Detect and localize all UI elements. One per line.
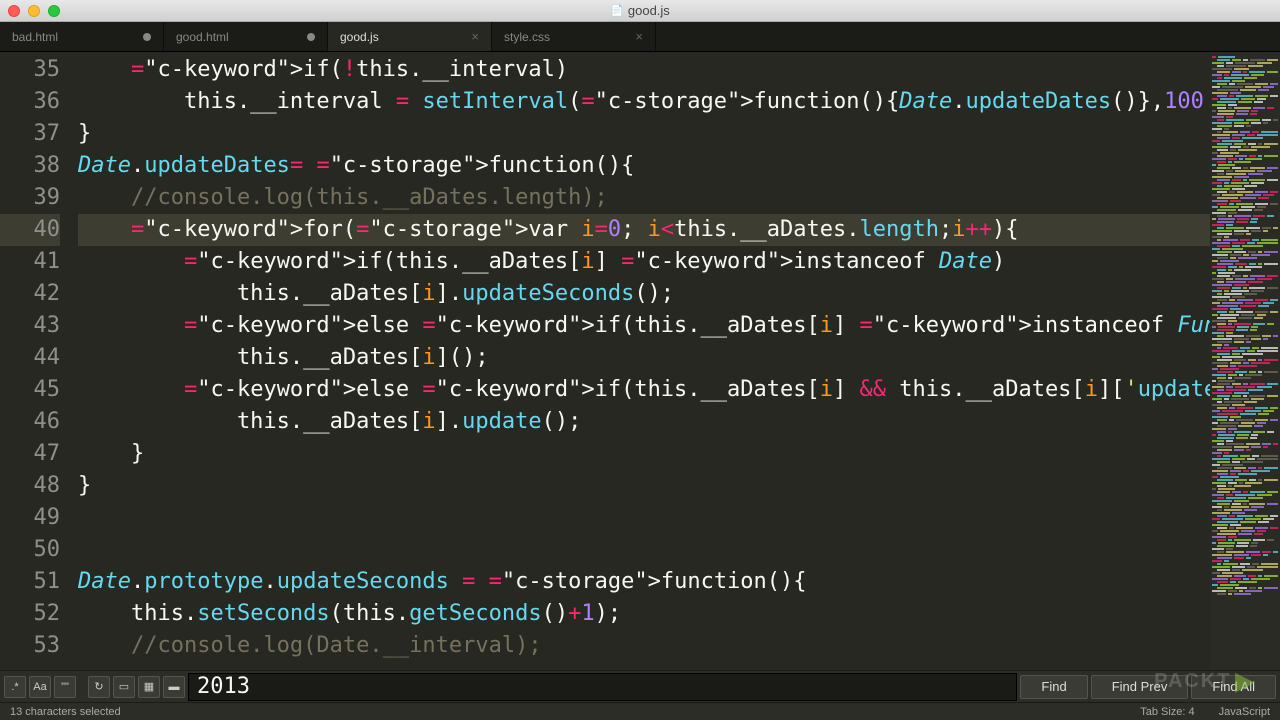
line-number: 39 (0, 182, 60, 214)
code-line[interactable]: this.__aDates[i].update(); (78, 406, 1210, 438)
code-line[interactable] (78, 534, 1210, 566)
code-line[interactable]: //console.log(this.__aDates.length); (78, 182, 1210, 214)
line-number: 43 (0, 310, 60, 342)
line-number: 40 (0, 214, 60, 246)
line-number: 51 (0, 566, 60, 598)
code-line[interactable] (78, 502, 1210, 534)
line-number: 52 (0, 598, 60, 630)
find-all-button[interactable]: Find All (1191, 675, 1276, 699)
code-line[interactable]: this.setSeconds(this.getSeconds()+1); (78, 598, 1210, 630)
selection-status: 13 characters selected (10, 706, 121, 718)
line-number: 53 (0, 630, 60, 662)
code-area[interactable]: ="c-keyword">if(!this.__interval) this._… (78, 52, 1210, 670)
tab-good-html[interactable]: good.html (164, 22, 328, 51)
minimap[interactable] (1210, 52, 1280, 670)
line-number: 36 (0, 86, 60, 118)
code-line[interactable]: } (78, 118, 1210, 150)
line-number: 35 (0, 54, 60, 86)
code-line[interactable]: //console.log(Date.__interval); (78, 630, 1210, 662)
language-status[interactable]: JavaScript (1219, 706, 1270, 718)
code-line[interactable]: ="c-keyword">else ="c-keyword">if(this._… (78, 374, 1210, 406)
code-line[interactable]: ="c-keyword">if(!this.__interval) (78, 54, 1210, 86)
context-toggle[interactable]: ▬ (163, 676, 185, 698)
tab-good-js[interactable]: good.js × (328, 22, 492, 51)
line-number-gutter: 35363738394041424344454647484950515253 (0, 52, 78, 670)
line-number: 42 (0, 278, 60, 310)
dirty-indicator-icon (143, 33, 151, 41)
tab-style-css[interactable]: style.css × (492, 22, 656, 51)
code-line[interactable]: } (78, 438, 1210, 470)
find-bar: .* Aa "" ↻ ▭ ▦ ▬ Find Find Prev Find All (0, 670, 1280, 702)
tab-label: good.js (340, 30, 379, 44)
window-title-text: good.js (628, 3, 670, 18)
tab-size-status[interactable]: Tab Size: 4 (1140, 706, 1194, 718)
close-tab-icon[interactable]: × (471, 29, 479, 44)
tab-label: style.css (504, 30, 550, 44)
line-number: 50 (0, 534, 60, 566)
dirty-indicator-icon (307, 33, 315, 41)
code-line[interactable]: this.__interval = setInterval(="c-storag… (78, 86, 1210, 118)
close-window-button[interactable] (8, 5, 20, 17)
whole-word-toggle[interactable]: "" (54, 676, 76, 698)
minimize-window-button[interactable] (28, 5, 40, 17)
case-sensitive-toggle[interactable]: Aa (29, 676, 51, 698)
line-number: 47 (0, 438, 60, 470)
wrap-toggle[interactable]: ↻ (88, 676, 110, 698)
code-line[interactable]: this.__aDates[i].updateSeconds(); (78, 278, 1210, 310)
maximize-window-button[interactable] (48, 5, 60, 17)
code-line[interactable]: Date.prototype.updateSeconds = ="c-stora… (78, 566, 1210, 598)
tab-label: good.html (176, 30, 229, 44)
highlight-toggle[interactable]: ▦ (138, 676, 160, 698)
code-line[interactable]: Date.updateDates= ="c-storage">function(… (78, 150, 1210, 182)
line-number: 48 (0, 470, 60, 502)
find-button[interactable]: Find (1020, 675, 1087, 699)
in-selection-toggle[interactable]: ▭ (113, 676, 135, 698)
document-icon: 📄 (610, 4, 624, 17)
tab-bar: bad.html good.html good.js × style.css × (0, 22, 1280, 52)
window-controls (8, 5, 60, 17)
tab-bad-html[interactable]: bad.html (0, 22, 164, 51)
editor[interactable]: 35363738394041424344454647484950515253 =… (0, 52, 1280, 670)
find-prev-button[interactable]: Find Prev (1091, 675, 1189, 699)
code-line[interactable]: this.__aDates[i](); (78, 342, 1210, 374)
tab-label: bad.html (12, 30, 58, 44)
titlebar: 📄 good.js (0, 0, 1280, 22)
line-number: 41 (0, 246, 60, 278)
line-number: 45 (0, 374, 60, 406)
regex-toggle[interactable]: .* (4, 676, 26, 698)
line-number: 46 (0, 406, 60, 438)
code-line[interactable]: ="c-keyword">else ="c-keyword">if(this._… (78, 310, 1210, 342)
status-bar: 13 characters selected Tab Size: 4 JavaS… (0, 702, 1280, 720)
find-input[interactable] (188, 673, 1017, 701)
line-number: 49 (0, 502, 60, 534)
line-number: 38 (0, 150, 60, 182)
line-number: 37 (0, 118, 60, 150)
line-number: 44 (0, 342, 60, 374)
code-line[interactable]: ="c-keyword">if(this.__aDates[i] ="c-key… (78, 246, 1210, 278)
code-line[interactable]: ="c-keyword">for(="c-storage">var i=0; i… (78, 214, 1210, 246)
window-title: 📄 good.js (610, 3, 670, 18)
code-line[interactable]: } (78, 470, 1210, 502)
close-tab-icon[interactable]: × (635, 29, 643, 44)
